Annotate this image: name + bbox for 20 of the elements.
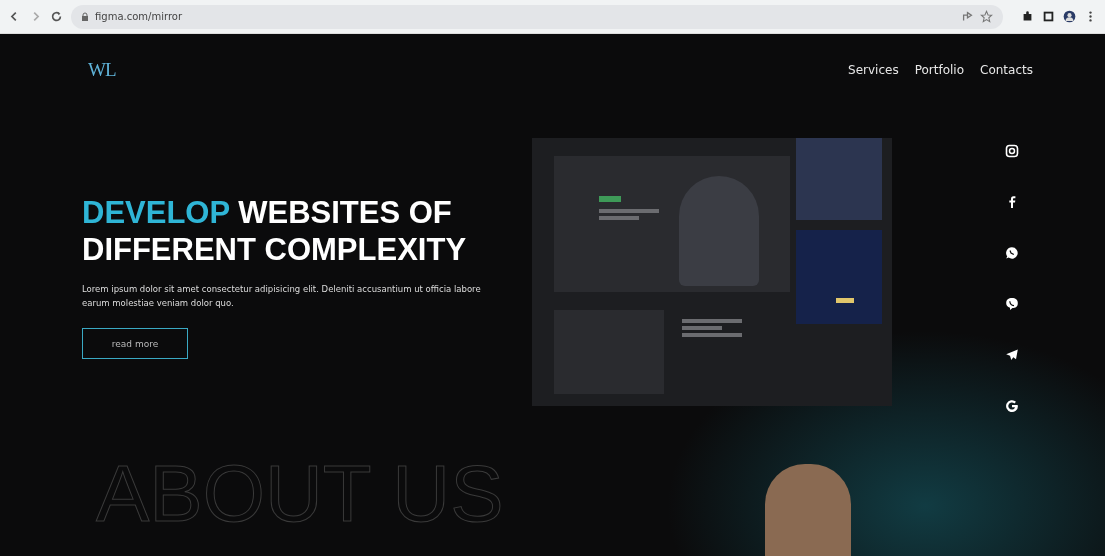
avatar-icon[interactable]	[1063, 10, 1076, 23]
nav-link[interactable]: Contacts	[980, 63, 1033, 77]
window-icon[interactable]	[1042, 10, 1055, 23]
viber-icon[interactable]	[1005, 297, 1019, 311]
hero-heading: DEVELOP WEBSITES OF DIFFERENT COMPLEXITY	[82, 194, 468, 268]
nav-link[interactable]: Services	[848, 63, 899, 77]
star-icon[interactable]	[980, 10, 993, 23]
nav-link[interactable]: Portfolio	[914, 63, 965, 77]
whatsapp-icon[interactable]	[1005, 246, 1019, 260]
read-more-button[interactable]: read more	[82, 328, 188, 359]
telegram-icon[interactable]	[1005, 348, 1019, 362]
share-icon[interactable]	[961, 10, 974, 23]
address-field[interactable]: figma.com/mirror	[71, 4, 1003, 29]
reload-icon[interactable]	[50, 10, 63, 23]
logo[interactable]: WL	[88, 59, 116, 81]
lock-icon	[81, 11, 89, 22]
instagram-icon[interactable]	[1005, 144, 1019, 158]
hero-text: Lorem ipsum dolor sit amet consectetur adipisicing elit. Deleniti accusantium ut officia labore earum molestiae veniam dolor quo.	[82, 283, 482, 310]
puzzle-icon[interactable]	[1021, 10, 1034, 23]
google-icon[interactable]	[1005, 399, 1019, 413]
